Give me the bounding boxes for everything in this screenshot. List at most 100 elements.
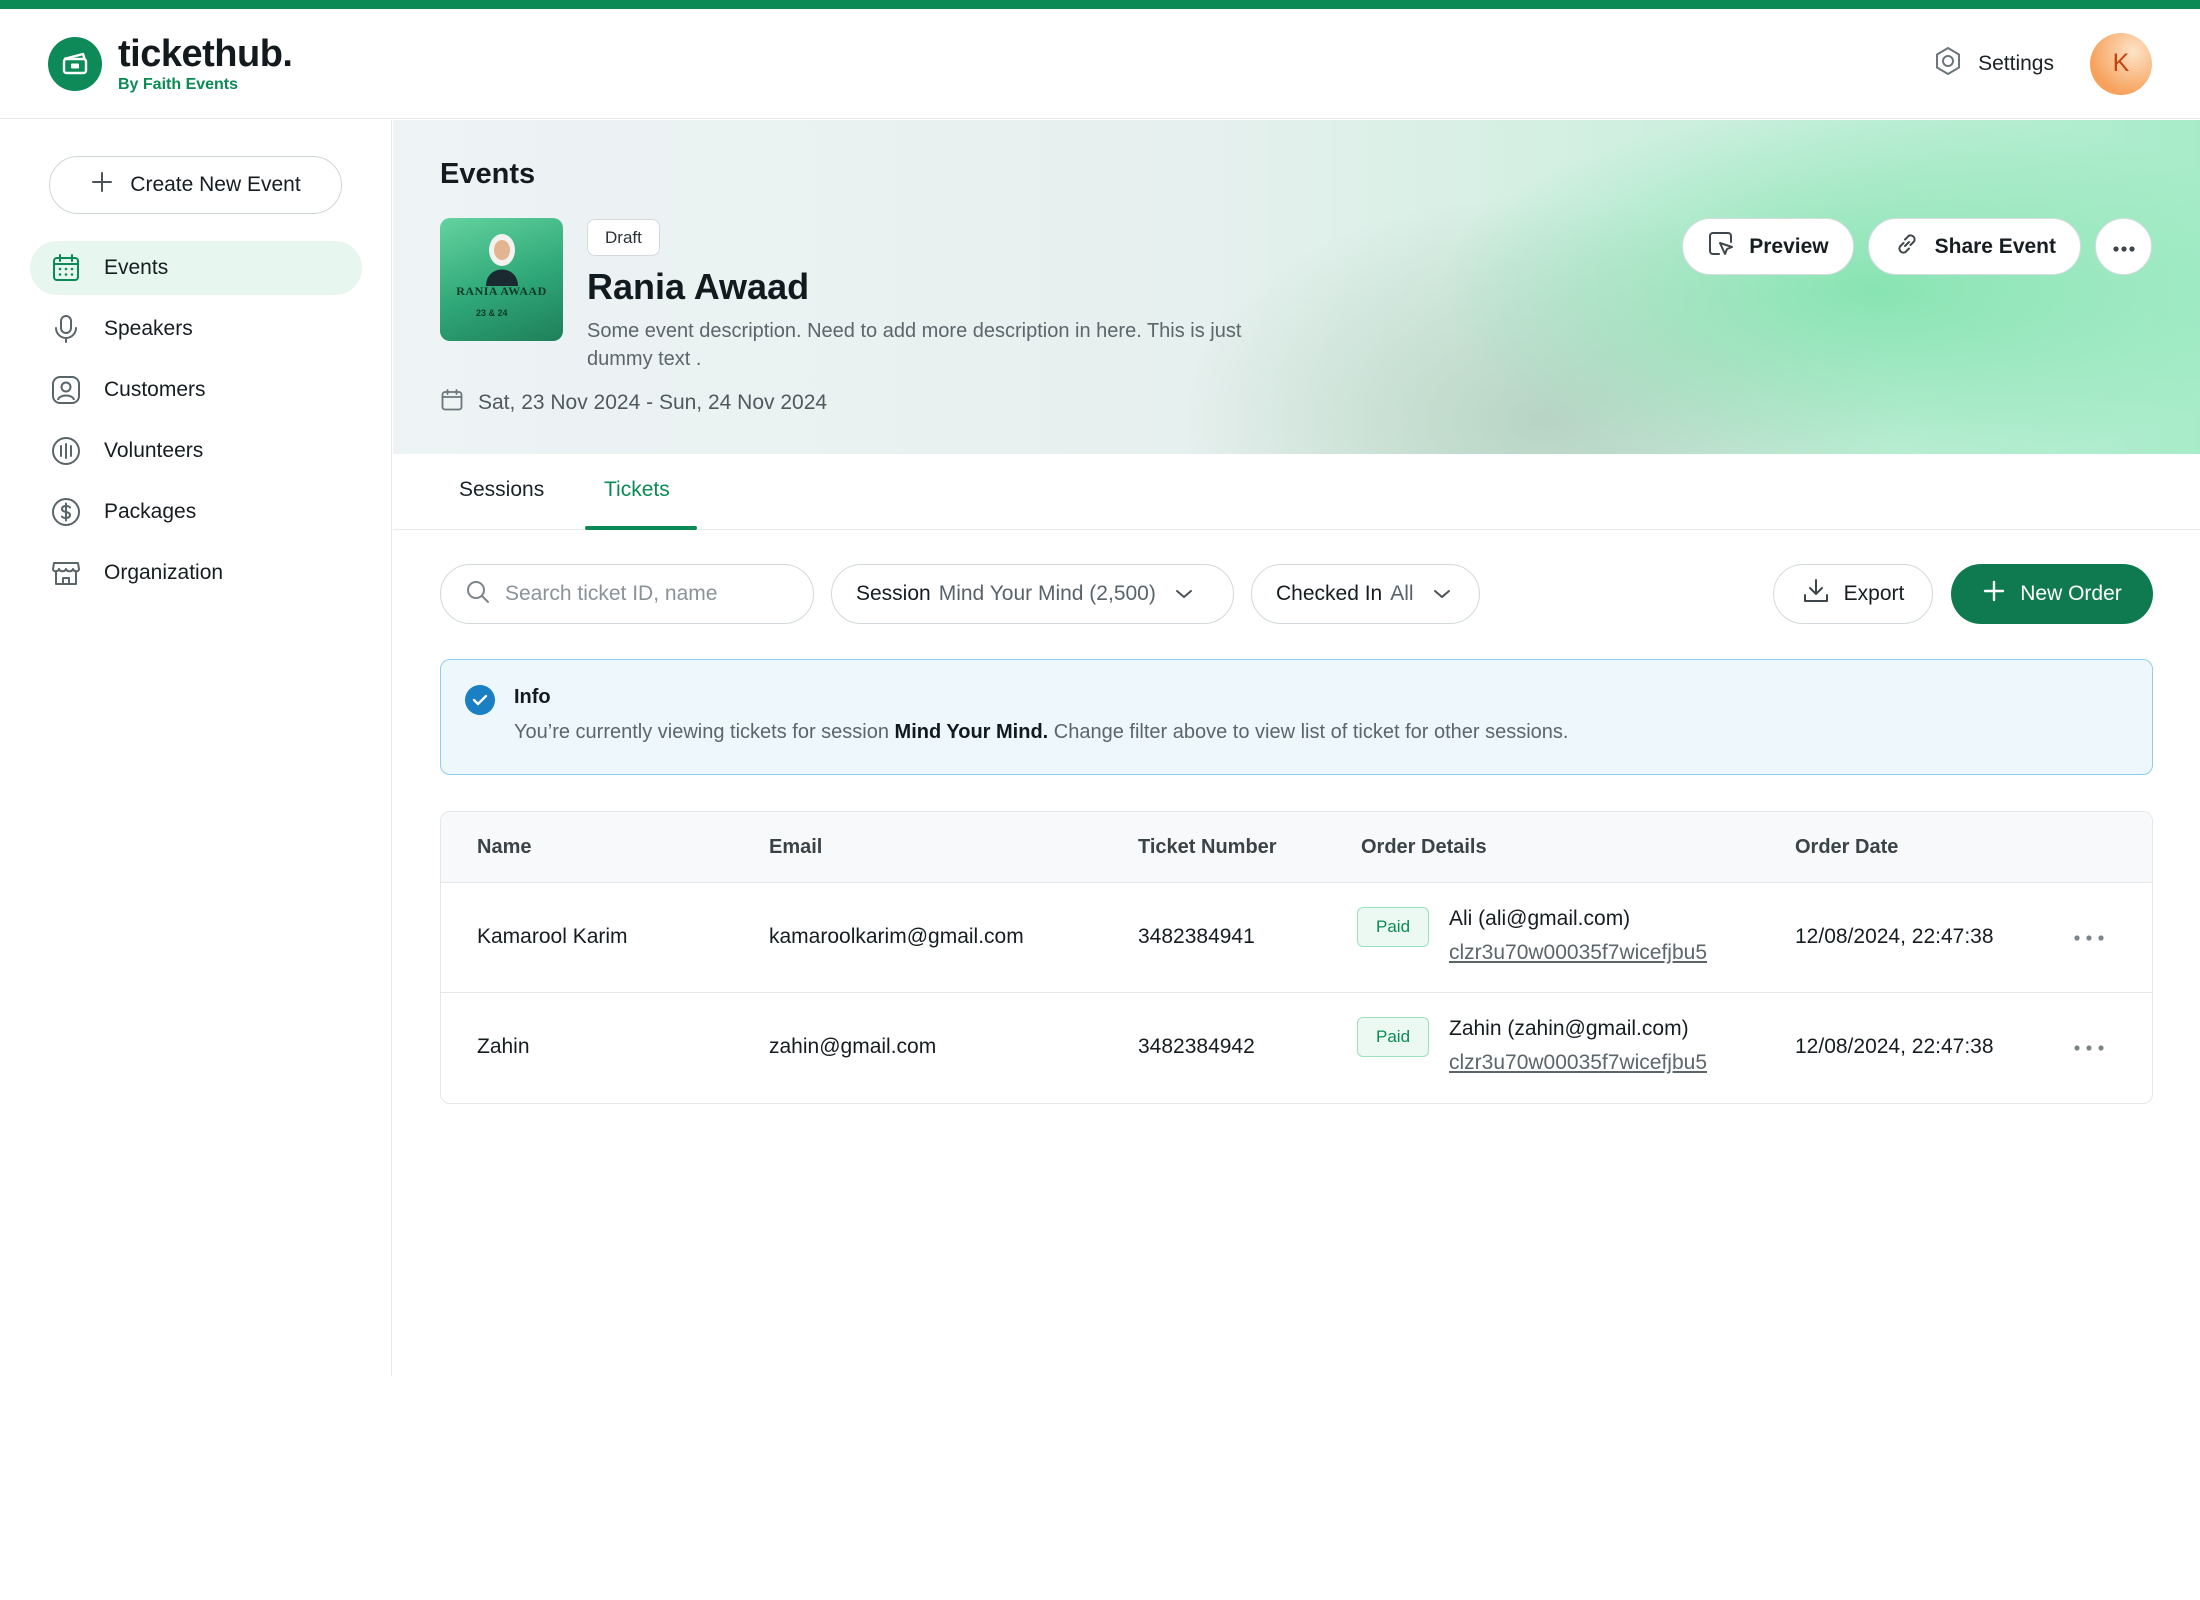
order-id-link[interactable]: clzr3u70w00035f7wicefjbu5: [1449, 941, 1707, 965]
sidebar-item-label: Speakers: [104, 317, 193, 340]
gear-icon: [1932, 45, 1964, 83]
order-id-link[interactable]: clzr3u70w00035f7wicefjbu5: [1449, 1051, 1707, 1075]
info-title: Info: [514, 686, 551, 708]
checked-in-filter-dropdown[interactable]: Checked In All: [1251, 564, 1480, 624]
tab-tickets[interactable]: Tickets: [604, 478, 670, 502]
active-tab-indicator: [585, 526, 697, 530]
new-order-label: New Order: [2020, 582, 2122, 605]
info-message-suffix: Change filter above to view list of tick…: [1053, 721, 1569, 743]
column-header-order-details[interactable]: Order Details: [1361, 836, 1487, 859]
status-badge: Draft: [587, 219, 660, 256]
store-icon: [50, 557, 82, 589]
session-filter-label: Session: [856, 582, 931, 605]
row-more-icon[interactable]: [2069, 1033, 2109, 1063]
preview-label: Preview: [1749, 234, 1829, 258]
calendar-icon: [440, 388, 464, 418]
volunteer-icon: [50, 435, 82, 467]
sidebar-item-label: Events: [104, 256, 169, 279]
sidebar-item-speakers[interactable]: Speakers: [30, 302, 362, 356]
event-actions: Preview Share Event: [1682, 218, 2152, 275]
dollar-icon: [50, 496, 82, 528]
sidebar-item-organization[interactable]: Organization: [30, 546, 362, 600]
plus-icon: [1982, 579, 2006, 609]
payment-status-badge: Paid: [1357, 1017, 1430, 1057]
chevron-down-icon: [1432, 582, 1452, 606]
create-new-event-label: Create New Event: [130, 173, 301, 196]
event-description: Some event description. Need to add more…: [587, 320, 1242, 370]
info-message: You’re currently viewing tickets for ses…: [514, 721, 1568, 744]
cell-ticket-number: 3482384942: [1138, 1035, 1255, 1058]
link-icon: [1893, 230, 1921, 264]
speaker-portrait: [486, 234, 518, 286]
event-poster-image: RANIA AWAAD 23 & 24: [440, 218, 563, 341]
page-title: Events: [440, 158, 536, 190]
main-content: Events RANIA AWAAD 23 & 24 Draft Rania A…: [393, 120, 2200, 1104]
ticket-logo-icon[interactable]: [48, 36, 102, 91]
table-row[interactable]: Kamarool Karim kamaroolkarim@gmail.com 3…: [441, 883, 2152, 993]
cell-order-customer: Zahin (zahin@gmail.com): [1449, 1017, 1689, 1040]
brand-logo[interactable]: tickethub. By Faith Events: [118, 32, 293, 94]
settings-label: Settings: [1978, 51, 2054, 75]
tickets-toolbar: Session Mind Your Mind (2,500) Checked I…: [440, 564, 2153, 624]
tickets-table: Name Email Ticket Number Order Details O…: [440, 811, 2153, 1104]
brand-subtitle: By Faith Events: [118, 75, 239, 93]
brand-name: tickethub.: [118, 32, 293, 75]
poster-dates: 23 & 24: [476, 308, 508, 318]
info-session-name: Mind Your Mind.: [894, 721, 1049, 743]
cell-order-customer: Ali (ali@gmail.com): [1449, 907, 1631, 930]
session-filter-value: Mind Your Mind (2,500): [938, 582, 1156, 605]
download-icon: [1802, 577, 1830, 611]
user-circle-icon: [50, 374, 82, 406]
sidebar: Create New Event Events Speakers Custome…: [0, 120, 392, 1376]
column-header-order-date[interactable]: Order Date: [1795, 836, 1898, 859]
column-header-name[interactable]: Name: [477, 836, 531, 859]
preview-cursor-icon: [1707, 230, 1735, 264]
poster-title: RANIA AWAAD: [456, 284, 547, 298]
info-message-prefix: You’re currently viewing tickets for ses…: [514, 721, 889, 743]
cell-order-date: 12/08/2024, 22:47:38: [1795, 1035, 1994, 1058]
header-actions: Settings K: [1932, 32, 2152, 95]
column-header-email[interactable]: Email: [769, 836, 822, 859]
column-header-ticket-number[interactable]: Ticket Number: [1138, 836, 1277, 859]
microphone-icon: [50, 313, 82, 345]
sidebar-item-packages[interactable]: Packages: [30, 485, 362, 539]
calendar-icon: [50, 252, 82, 284]
sidebar-item-events[interactable]: Events: [30, 241, 362, 295]
row-more-icon[interactable]: [2069, 923, 2109, 953]
chevron-down-icon: [1174, 582, 1194, 606]
sidebar-item-label: Volunteers: [104, 439, 204, 462]
avatar-initial: K: [2112, 49, 2130, 77]
top-accent-stripe: [0, 0, 2200, 9]
event-name: Rania Awaad: [587, 266, 810, 307]
more-actions-button[interactable]: [2095, 218, 2152, 275]
table-row[interactable]: Zahin zahin@gmail.com 3482384942 Paid Za…: [441, 993, 2152, 1103]
export-label: Export: [1843, 582, 1905, 605]
cell-ticket-number: 3482384941: [1138, 925, 1255, 948]
event-tabs: Sessions Tickets: [393, 454, 2200, 530]
sidebar-nav: Events Speakers Customers Volunteers Pac…: [30, 241, 362, 607]
search-icon: [465, 579, 491, 610]
new-order-button[interactable]: New Order: [1951, 564, 2153, 624]
settings-button[interactable]: Settings: [1932, 45, 2054, 83]
checked-in-filter-label: Checked In: [1276, 582, 1383, 605]
session-filter-dropdown[interactable]: Session Mind Your Mind (2,500): [831, 564, 1234, 624]
preview-button[interactable]: Preview: [1682, 218, 1854, 275]
checked-in-filter-value: All: [1390, 582, 1414, 605]
sidebar-item-label: Packages: [104, 500, 197, 523]
sidebar-item-customers[interactable]: Customers: [30, 363, 362, 417]
share-event-button[interactable]: Share Event: [1867, 218, 2081, 275]
user-avatar[interactable]: K: [2090, 32, 2152, 95]
more-horizontal-icon: [2112, 235, 2136, 259]
event-date-range: Sat, 23 Nov 2024 - Sun, 24 Nov 2024: [440, 388, 827, 418]
cell-email: zahin@gmail.com: [769, 1035, 937, 1058]
search-box: [440, 564, 814, 624]
sidebar-item-label: Customers: [104, 378, 206, 401]
sidebar-item-volunteers[interactable]: Volunteers: [30, 424, 362, 478]
cell-email: kamaroolkarim@gmail.com: [769, 925, 1024, 948]
search-input[interactable]: [505, 582, 805, 606]
plus-icon: [90, 170, 114, 200]
tab-sessions[interactable]: Sessions: [459, 478, 544, 502]
export-button[interactable]: Export: [1773, 564, 1933, 624]
create-new-event-button[interactable]: Create New Event: [49, 156, 342, 214]
sidebar-item-label: Organization: [104, 561, 224, 584]
